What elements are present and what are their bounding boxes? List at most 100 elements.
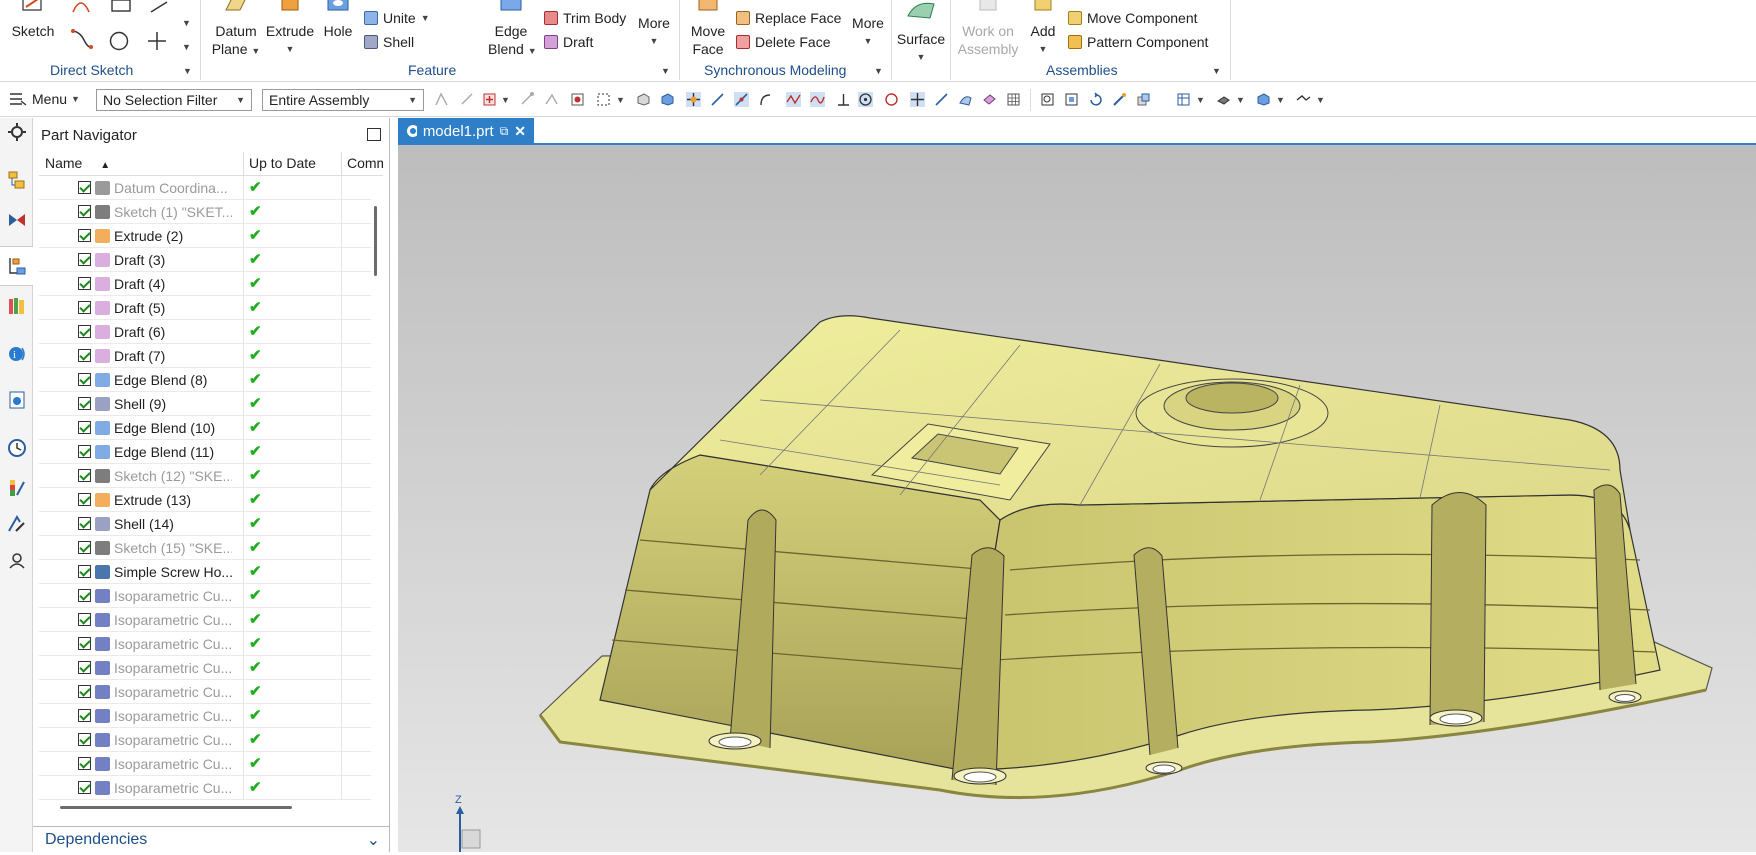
visibility-checkbox[interactable]: [78, 205, 91, 218]
hd3d-tools-icon[interactable]: i: [7, 344, 27, 364]
visibility-checkbox[interactable]: [78, 589, 91, 602]
move-face-button[interactable]: Move Face: [686, 0, 730, 58]
rendering-style-icon[interactable]: [1216, 92, 1231, 107]
horizontal-scrollbar-thumb[interactable]: [60, 806, 292, 809]
visibility-checkbox[interactable]: [78, 781, 91, 794]
rotate-icon[interactable]: [1088, 92, 1103, 107]
orient-view-icon[interactable]: [1136, 92, 1151, 107]
chevron-down-icon[interactable]: ⌄: [367, 830, 380, 850]
extrude-button[interactable]: Extrude ▼: [264, 0, 316, 58]
extrude-dropdown-icon[interactable]: ▼: [264, 40, 316, 58]
view-orientation-dropdown-icon[interactable]: ▼: [1276, 95, 1285, 105]
snap-all-icon[interactable]: [686, 92, 701, 107]
follow-link-icon[interactable]: [460, 92, 475, 107]
table-row[interactable]: Draft (6) ✔: [39, 320, 371, 344]
table-row[interactable]: Isoparametric Cu... ✔: [39, 728, 371, 752]
menu-button[interactable]: Menu ▼: [8, 91, 80, 107]
selection-filter-dropdown[interactable]: No Selection Filter ▼: [96, 89, 252, 111]
control-point-icon[interactable]: [758, 92, 773, 107]
column-header-comment[interactable]: Comm: [347, 155, 383, 171]
column-header-name[interactable]: Name ▲: [45, 155, 110, 171]
point-on-curve-icon[interactable]: [934, 92, 949, 107]
visibility-checkbox[interactable]: [78, 637, 91, 650]
table-row[interactable]: Edge Blend (8) ✔: [39, 368, 371, 392]
grid-point-icon[interactable]: [1006, 92, 1021, 107]
process-studio-icon[interactable]: [7, 514, 27, 534]
surface-dropdown-icon[interactable]: ▼: [894, 48, 948, 66]
edge-blend-button[interactable]: Edge Blend ▼: [488, 0, 537, 60]
visibility-checkbox[interactable]: [78, 661, 91, 674]
cube-filter-icon[interactable]: [660, 92, 675, 107]
table-row[interactable]: Isoparametric Cu... ✔: [39, 752, 371, 776]
sketch-gallery-more-icon[interactable]: ▼: [182, 42, 191, 52]
select-body-icon[interactable]: [544, 92, 559, 107]
unite-button[interactable]: Unite ▼: [364, 10, 430, 26]
select-feature-icon[interactable]: [520, 92, 535, 107]
unite-dropdown-icon[interactable]: ▼: [421, 13, 430, 23]
visibility-checkbox[interactable]: [78, 493, 91, 506]
pan-icon[interactable]: [1112, 92, 1127, 107]
replace-face-button[interactable]: Replace Face: [736, 10, 841, 26]
selection-scope-dropdown[interactable]: Entire Assembly ▼: [262, 89, 424, 111]
end-point-icon[interactable]: [710, 92, 725, 107]
table-row[interactable]: Isoparametric Cu... ✔: [39, 632, 371, 656]
visibility-checkbox[interactable]: [78, 373, 91, 386]
bounded-grid-icon[interactable]: [982, 92, 997, 107]
feature-more-dropdown-icon[interactable]: ▼: [636, 32, 672, 50]
visibility-checkbox[interactable]: [78, 757, 91, 770]
web-browser-icon[interactable]: [7, 390, 27, 410]
table-row[interactable]: Sketch (12) "SKE... ✔: [39, 464, 371, 488]
rectangle-select-icon[interactable]: [596, 92, 611, 107]
draft-button[interactable]: Draft: [544, 34, 593, 50]
visibility-checkbox[interactable]: [78, 301, 91, 314]
visibility-checkbox[interactable]: [78, 709, 91, 722]
edge-blend-dropdown-icon[interactable]: ▼: [528, 46, 537, 56]
feature-more-button[interactable]: More ▼: [636, 14, 672, 50]
table-row[interactable]: Isoparametric Cu... ✔: [39, 776, 371, 800]
intersection-icon[interactable]: [786, 92, 801, 107]
visibility-checkbox[interactable]: [78, 613, 91, 626]
shell-button[interactable]: Shell: [364, 34, 414, 50]
delete-face-button[interactable]: Delete Face: [736, 34, 830, 50]
snap-point-icon[interactable]: [434, 92, 449, 107]
surface-button[interactable]: Surface ▼: [894, 0, 948, 66]
add-component-button[interactable]: Add ▼: [1026, 0, 1060, 58]
add-dropdown-icon[interactable]: ▼: [1026, 40, 1060, 58]
sketch-button[interactable]: Sketch: [10, 0, 56, 40]
dependencies-panel-header[interactable]: Dependencies ⌄: [33, 826, 390, 852]
table-row[interactable]: Isoparametric Cu... ✔: [39, 608, 371, 632]
system-materials-icon[interactable]: [7, 478, 27, 498]
table-row[interactable]: Draft (7) ✔: [39, 344, 371, 368]
table-row[interactable]: Draft (5) ✔: [39, 296, 371, 320]
rectangle-icon[interactable]: [110, 0, 132, 14]
sketch-gallery-dropdown-icon[interactable]: ▼: [182, 18, 191, 28]
table-row[interactable]: Isoparametric Cu... ✔: [39, 656, 371, 680]
feature-group-menu-icon[interactable]: ▼: [661, 66, 670, 76]
table-row[interactable]: Edge Blend (11) ✔: [39, 440, 371, 464]
visibility-checkbox[interactable]: [78, 685, 91, 698]
table-row[interactable]: Isoparametric Cu... ✔: [39, 584, 371, 608]
table-row[interactable]: Extrude (2) ✔: [39, 224, 371, 248]
visibility-checkbox[interactable]: [78, 733, 91, 746]
view-triad[interactable]: Z: [450, 794, 490, 852]
constraint-navigator-icon[interactable]: [7, 210, 27, 230]
sync-more-dropdown-icon[interactable]: ▼: [850, 32, 886, 50]
visibility-checkbox[interactable]: [78, 397, 91, 410]
table-row[interactable]: Isoparametric Cu... ✔: [39, 680, 371, 704]
table-row[interactable]: Shell (9) ✔: [39, 392, 371, 416]
layer-settings-icon[interactable]: [1176, 92, 1191, 107]
table-row[interactable]: Sketch (1) "SKET... ✔: [39, 200, 371, 224]
mid-point-icon[interactable]: [734, 92, 749, 107]
visibility-checkbox[interactable]: [78, 469, 91, 482]
visibility-checkbox[interactable]: [78, 253, 91, 266]
assemblies-group-menu-icon[interactable]: ▼: [1212, 66, 1221, 76]
datum-plane-button[interactable]: Datum Plane ▼: [208, 0, 264, 60]
point-on-surface-icon[interactable]: [958, 92, 973, 107]
circle-icon[interactable]: [108, 30, 130, 52]
visibility-checkbox[interactable]: [78, 517, 91, 530]
roles-icon[interactable]: [7, 550, 27, 570]
sync-group-menu-icon[interactable]: ▼: [874, 66, 883, 76]
maximize-panel-icon[interactable]: [367, 128, 381, 141]
datum-plane-dropdown-icon[interactable]: ▼: [251, 46, 260, 56]
point-icon[interactable]: [146, 30, 168, 52]
